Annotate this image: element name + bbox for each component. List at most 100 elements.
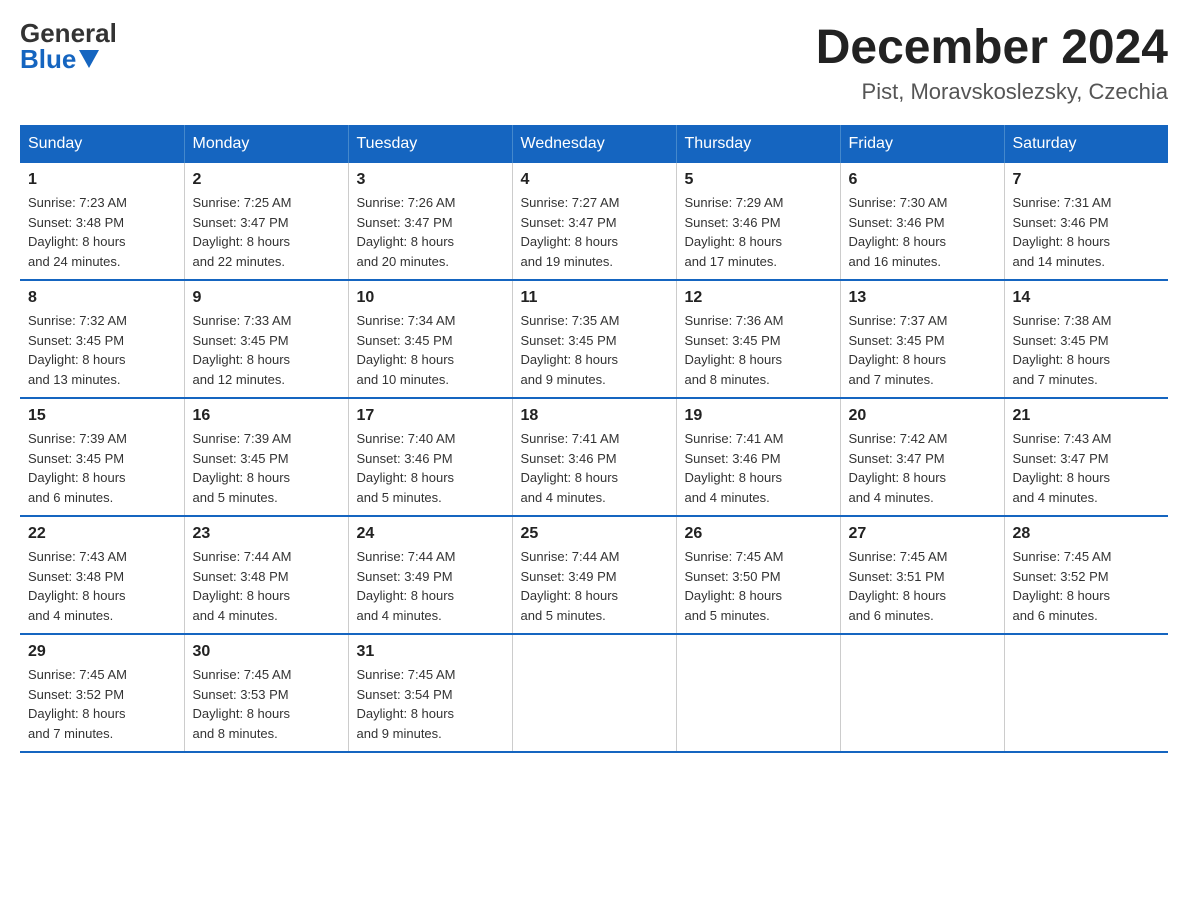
calendar-cell: 27 Sunrise: 7:45 AMSunset: 3:51 PMDayligh… [840,516,1004,634]
day-number: 23 [193,525,340,543]
day-info: Sunrise: 7:39 AMSunset: 3:45 PMDaylight:… [193,429,340,507]
day-info: Sunrise: 7:45 AMSunset: 3:54 PMDaylight:… [357,665,504,743]
day-info: Sunrise: 7:41 AMSunset: 3:46 PMDaylight:… [685,429,832,507]
day-number: 19 [685,407,832,425]
calendar-cell: 6 Sunrise: 7:30 AMSunset: 3:46 PMDaylight… [840,163,1004,280]
day-info: Sunrise: 7:39 AMSunset: 3:45 PMDaylight:… [28,429,176,507]
day-number: 28 [1013,525,1161,543]
day-info: Sunrise: 7:35 AMSunset: 3:45 PMDaylight:… [521,311,668,389]
calendar-cell: 5Sunrise: 7:29 AMSunset: 3:46 PMDaylight… [676,163,840,280]
day-info: Sunrise: 7:45 AMSunset: 3:50 PMDaylight:… [685,547,832,625]
calendar-cell: 4 Sunrise: 7:27 AMSunset: 3:47 PMDaylight… [512,163,676,280]
header-saturday: Saturday [1004,125,1168,163]
calendar-cell: 26Sunrise: 7:45 AMSunset: 3:50 PMDayligh… [676,516,840,634]
day-number: 20 [849,407,996,425]
day-number: 10 [357,289,504,307]
day-number: 21 [1013,407,1161,425]
day-info: Sunrise: 7:27 AMSunset: 3:47 PMDaylight:… [521,193,668,271]
calendar-cell: 16 Sunrise: 7:39 AMSunset: 3:45 PMDayligh… [184,398,348,516]
calendar-week-row: 15 Sunrise: 7:39 AMSunset: 3:45 PMDayligh… [20,398,1168,516]
page-header: General Blue December 2024 Pist, Moravsk… [20,20,1168,105]
day-info: Sunrise: 7:43 AMSunset: 3:48 PMDaylight:… [28,547,176,625]
day-info: Sunrise: 7:33 AMSunset: 3:45 PMDaylight:… [193,311,340,389]
day-info: Sunrise: 7:43 AMSunset: 3:47 PMDaylight:… [1013,429,1161,507]
calendar-cell: 10Sunrise: 7:34 AMSunset: 3:45 PMDayligh… [348,280,512,398]
day-number: 27 [849,525,996,543]
calendar-cell [1004,634,1168,752]
day-info: Sunrise: 7:45 AMSunset: 3:51 PMDaylight:… [849,547,996,625]
day-info: Sunrise: 7:41 AMSunset: 3:46 PMDaylight:… [521,429,668,507]
calendar-cell: 1 Sunrise: 7:23 AMSunset: 3:48 PMDaylight… [20,163,184,280]
day-number: 6 [849,171,996,189]
day-number: 14 [1013,289,1161,307]
day-info: Sunrise: 7:30 AMSunset: 3:46 PMDaylight:… [849,193,996,271]
day-info: Sunrise: 7:44 AMSunset: 3:49 PMDaylight:… [357,547,504,625]
day-number: 18 [521,407,668,425]
calendar-cell: 22 Sunrise: 7:43 AMSunset: 3:48 PMDayligh… [20,516,184,634]
calendar-cell: 2 Sunrise: 7:25 AMSunset: 3:47 PMDaylight… [184,163,348,280]
day-info: Sunrise: 7:40 AMSunset: 3:46 PMDaylight:… [357,429,504,507]
day-info: Sunrise: 7:45 AMSunset: 3:52 PMDaylight:… [1013,547,1161,625]
calendar-header-row: SundayMondayTuesdayWednesdayThursdayFrid… [20,125,1168,163]
calendar-table: SundayMondayTuesdayWednesdayThursdayFrid… [20,125,1168,753]
day-number: 7 [1013,171,1161,189]
day-info: Sunrise: 7:36 AMSunset: 3:45 PMDaylight:… [685,311,832,389]
day-info: Sunrise: 7:31 AMSunset: 3:46 PMDaylight:… [1013,193,1161,271]
day-info: Sunrise: 7:37 AMSunset: 3:45 PMDaylight:… [849,311,996,389]
calendar-cell: 14Sunrise: 7:38 AMSunset: 3:45 PMDayligh… [1004,280,1168,398]
day-info: Sunrise: 7:45 AMSunset: 3:52 PMDaylight:… [28,665,176,743]
day-number: 2 [193,171,340,189]
header-monday: Monday [184,125,348,163]
day-info: Sunrise: 7:45 AMSunset: 3:53 PMDaylight:… [193,665,340,743]
calendar-cell: 17 Sunrise: 7:40 AMSunset: 3:46 PMDayligh… [348,398,512,516]
calendar-cell: 28 Sunrise: 7:45 AMSunset: 3:52 PMDayligh… [1004,516,1168,634]
header-tuesday: Tuesday [348,125,512,163]
day-number: 22 [28,525,176,543]
day-info: Sunrise: 7:42 AMSunset: 3:47 PMDaylight:… [849,429,996,507]
header-wednesday: Wednesday [512,125,676,163]
day-info: Sunrise: 7:25 AMSunset: 3:47 PMDaylight:… [193,193,340,271]
day-number: 30 [193,643,340,661]
day-number: 16 [193,407,340,425]
day-info: Sunrise: 7:23 AMSunset: 3:48 PMDaylight:… [28,193,176,271]
calendar-cell: 7 Sunrise: 7:31 AMSunset: 3:46 PMDaylight… [1004,163,1168,280]
day-number: 11 [521,289,668,307]
header-thursday: Thursday [676,125,840,163]
day-info: Sunrise: 7:32 AMSunset: 3:45 PMDaylight:… [28,311,176,389]
logo-triangle-icon [79,50,99,68]
calendar-cell: 24 Sunrise: 7:44 AMSunset: 3:49 PMDayligh… [348,516,512,634]
calendar-cell: 19 Sunrise: 7:41 AMSunset: 3:46 PMDayligh… [676,398,840,516]
day-number: 17 [357,407,504,425]
day-number: 9 [193,289,340,307]
day-info: Sunrise: 7:44 AMSunset: 3:49 PMDaylight:… [521,547,668,625]
calendar-cell: 12 Sunrise: 7:36 AMSunset: 3:45 PMDayligh… [676,280,840,398]
day-number: 5 [685,171,832,189]
day-number: 1 [28,171,176,189]
calendar-week-row: 1 Sunrise: 7:23 AMSunset: 3:48 PMDaylight… [20,163,1168,280]
calendar-cell: 25Sunrise: 7:44 AMSunset: 3:49 PMDayligh… [512,516,676,634]
day-number: 12 [685,289,832,307]
day-number: 15 [28,407,176,425]
day-number: 4 [521,171,668,189]
day-number: 24 [357,525,504,543]
header-sunday: Sunday [20,125,184,163]
calendar-cell: 20 Sunrise: 7:42 AMSunset: 3:47 PMDayligh… [840,398,1004,516]
calendar-cell: 13 Sunrise: 7:37 AMSunset: 3:45 PMDayligh… [840,280,1004,398]
month-year-title: December 2024 [816,20,1168,75]
day-number: 13 [849,289,996,307]
location-subtitle: Pist, Moravskoslezsky, Czechia [816,79,1168,105]
calendar-cell: 3 Sunrise: 7:26 AMSunset: 3:47 PMDaylight… [348,163,512,280]
calendar-week-row: 29 Sunrise: 7:45 AMSunset: 3:52 PMDayligh… [20,634,1168,752]
calendar-cell [676,634,840,752]
day-number: 3 [357,171,504,189]
day-number: 29 [28,643,176,661]
calendar-cell: 30 Sunrise: 7:45 AMSunset: 3:53 PMDayligh… [184,634,348,752]
calendar-cell [512,634,676,752]
calendar-cell: 9 Sunrise: 7:33 AMSunset: 3:45 PMDaylight… [184,280,348,398]
title-block: December 2024 Pist, Moravskoslezsky, Cze… [816,20,1168,105]
day-info: Sunrise: 7:26 AMSunset: 3:47 PMDaylight:… [357,193,504,271]
calendar-cell: 11 Sunrise: 7:35 AMSunset: 3:45 PMDayligh… [512,280,676,398]
calendar-cell [840,634,1004,752]
day-number: 8 [28,289,176,307]
header-friday: Friday [840,125,1004,163]
